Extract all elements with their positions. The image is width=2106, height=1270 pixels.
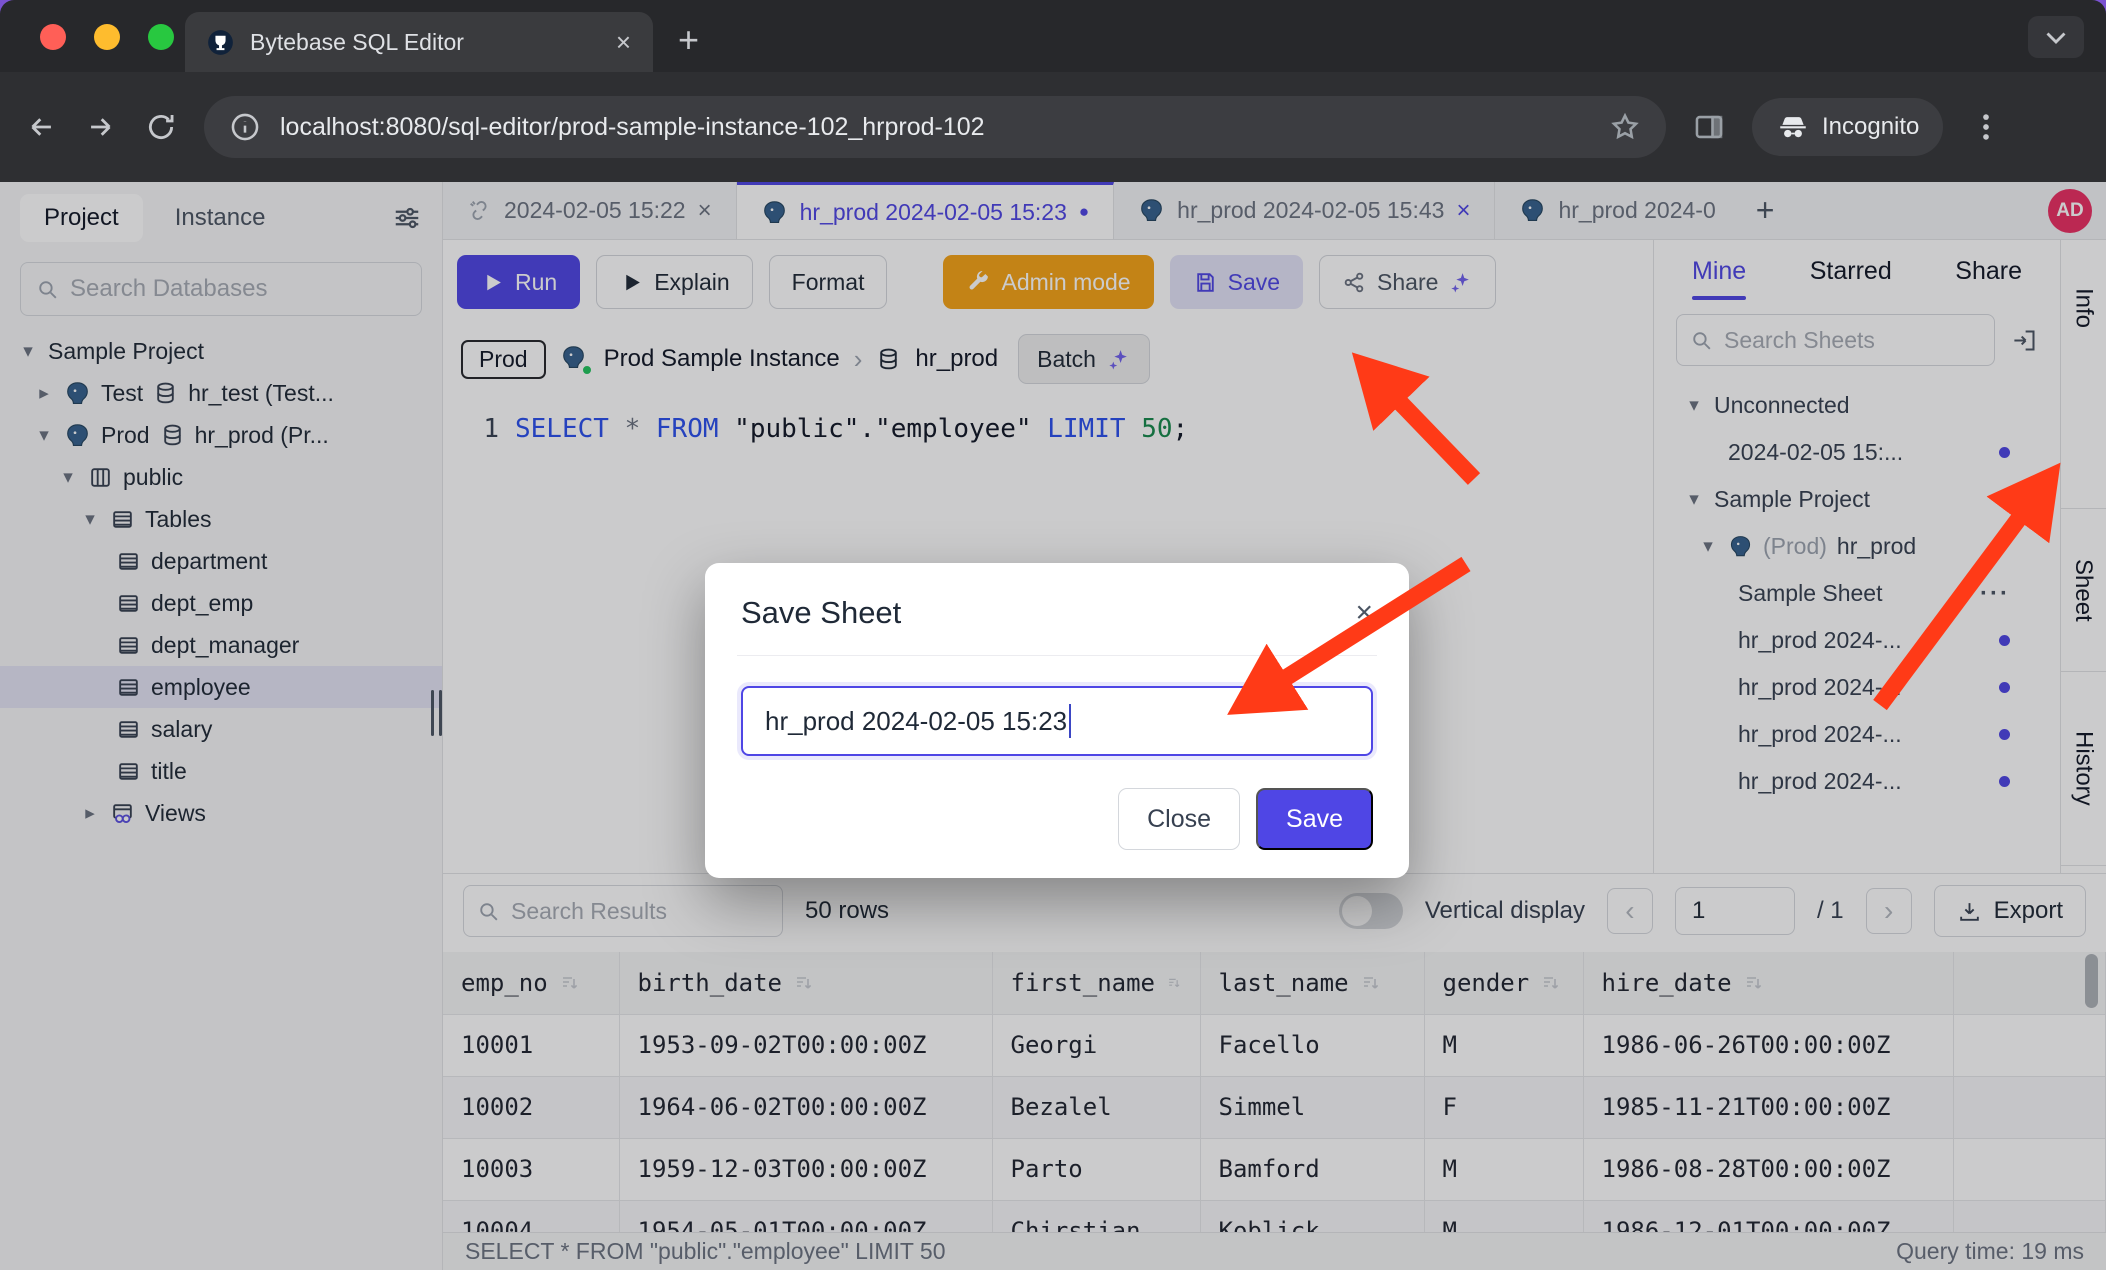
browser-tab-title: Bytebase SQL Editor: [250, 29, 600, 56]
browser-menu-icon[interactable]: [1969, 110, 2003, 144]
sheet-name-input[interactable]: hr_prod 2024-02-05 15:23: [741, 686, 1373, 756]
dialog-divider: [737, 655, 1377, 656]
incognito-icon: [1776, 110, 1810, 144]
forward-icon[interactable]: [84, 110, 118, 144]
reload-icon[interactable]: [144, 110, 178, 144]
window-close-button[interactable]: [40, 24, 66, 50]
window-zoom-button[interactable]: [148, 24, 174, 50]
browser-tab-close-icon[interactable]: ×: [616, 29, 631, 55]
browser-tabstrip: Bytebase SQL Editor × +: [0, 0, 2106, 72]
tab-search-button[interactable]: [2028, 16, 2084, 58]
side-panel-icon[interactable]: [1692, 110, 1726, 144]
bookmark-star-icon[interactable]: [1608, 110, 1642, 144]
save-sheet-dialog: Save Sheet × hr_prod 2024-02-05 15:23 Cl…: [705, 563, 1409, 878]
text-cursor: [1069, 704, 1071, 738]
url-text[interactable]: localhost:8080/sql-editor/prod-sample-in…: [280, 113, 1590, 142]
dialog-title: Save Sheet: [741, 595, 901, 631]
address-bar[interactable]: localhost:8080/sql-editor/prod-sample-in…: [204, 96, 1666, 158]
back-icon[interactable]: [24, 110, 58, 144]
incognito-label: Incognito: [1822, 113, 1919, 141]
dialog-close-icon[interactable]: ×: [1355, 596, 1373, 630]
bytebase-app: Project Instance ▾ Sample Project ▸ Test: [0, 182, 2106, 1270]
screen: Bytebase SQL Editor × + localhost:8080/s…: [0, 0, 2106, 1270]
dialog-save-button[interactable]: Save: [1256, 788, 1373, 850]
window-minimize-button[interactable]: [94, 24, 120, 50]
incognito-badge: Incognito: [1752, 98, 1943, 156]
site-info-icon[interactable]: [228, 110, 262, 144]
window-controls: [40, 24, 174, 50]
bytebase-favicon: [207, 29, 234, 56]
dialog-close-button[interactable]: Close: [1118, 788, 1240, 850]
browser-chrome: Bytebase SQL Editor × + localhost:8080/s…: [0, 0, 2106, 182]
browser-navbar: localhost:8080/sql-editor/prod-sample-in…: [0, 72, 2106, 182]
browser-tab[interactable]: Bytebase SQL Editor ×: [185, 12, 653, 72]
sheet-name-value: hr_prod 2024-02-05 15:23: [765, 706, 1067, 737]
chevron-down-icon: [2039, 20, 2073, 54]
new-tab-button[interactable]: +: [678, 22, 699, 58]
